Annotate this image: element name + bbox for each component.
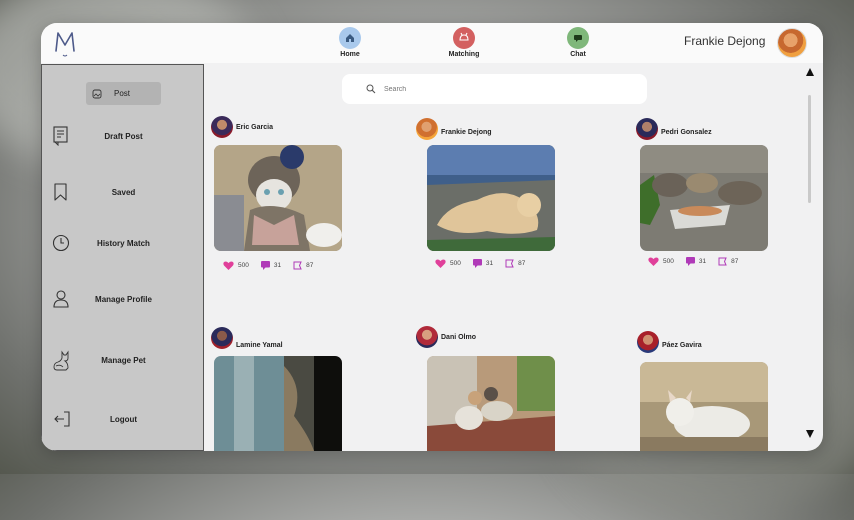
comment-count: 31: [273, 262, 282, 269]
post-button[interactable]: Post: [86, 82, 161, 105]
comment-icon: [260, 261, 270, 270]
nav-chat-label: Chat: [570, 51, 586, 58]
author-name: Eric Garcia: [236, 123, 273, 131]
matching-icon: [453, 27, 475, 49]
author-name: Dani Olmo: [441, 333, 477, 341]
sidebar-item-label: Manage Pet: [101, 356, 146, 365]
search-icon: [366, 84, 376, 94]
post-image[interactable]: [427, 356, 555, 451]
post-author[interactable]: Eric Garcia: [211, 116, 273, 138]
nav-chat[interactable]: Chat: [548, 27, 608, 58]
save-count: 87: [306, 262, 314, 269]
save-button[interactable]: 87: [505, 259, 525, 268]
save-count: 87: [731, 258, 739, 265]
app-window: Home Matching Chat Frankie Dejong Post D…: [41, 23, 823, 451]
post-button-label: Post: [114, 89, 131, 98]
post-author[interactable]: Pedri Gonsalez: [636, 118, 712, 140]
save-button[interactable]: 87: [718, 257, 738, 266]
save-button[interactable]: 87: [293, 261, 313, 270]
author-avatar: [211, 327, 233, 349]
search-bar[interactable]: [342, 74, 647, 104]
username: Frankie Dejong: [684, 34, 766, 48]
post-author[interactable]: Lamine Yamal: [211, 327, 283, 349]
author-avatar: [636, 118, 658, 140]
sidebar-item-saved[interactable]: Saved: [42, 176, 205, 210]
author-name: Pedri Gonsalez: [661, 128, 712, 136]
top-navigation-bar: Home Matching Chat Frankie Dejong: [41, 23, 823, 63]
save-count: 87: [518, 260, 526, 267]
like-button[interactable]: 500: [223, 261, 249, 270]
post-author[interactable]: Dani Olmo: [416, 326, 476, 348]
like-count: 500: [238, 262, 249, 269]
post-stats: 500 31 87: [223, 261, 325, 270]
comment-icon: [472, 259, 482, 268]
author-avatar: [416, 326, 438, 348]
search-input[interactable]: [382, 84, 646, 94]
post-stats: 500 31 87: [648, 257, 750, 266]
nav-home-label: Home: [340, 51, 360, 58]
author-avatar: [416, 118, 438, 140]
heart-icon: [223, 261, 234, 270]
sidebar-item-label: Manage Profile: [95, 295, 152, 304]
comment-count: 31: [698, 258, 707, 265]
like-button[interactable]: 500: [648, 257, 674, 266]
comment-icon: [685, 257, 695, 266]
sidebar-item-history-match[interactable]: History Match: [42, 227, 205, 261]
sidebar-item-label: History Match: [97, 239, 150, 248]
post-image[interactable]: [640, 145, 768, 251]
post-author[interactable]: Frankie Dejong: [416, 118, 492, 140]
post-author[interactable]: Páez Gavira: [637, 331, 702, 353]
sidebar: Post Draft Post Saved History Match Mana…: [41, 64, 204, 451]
comment-button[interactable]: 31: [685, 257, 707, 266]
sidebar-item-manage-pet[interactable]: Manage Pet: [42, 344, 205, 378]
post-image[interactable]: [214, 356, 342, 451]
heart-icon: [435, 259, 446, 268]
chat-icon: [567, 27, 589, 49]
scrollbar-thumb[interactable]: [808, 95, 811, 203]
sidebar-item-label: Draft Post: [104, 132, 143, 141]
user-avatar[interactable]: [777, 28, 807, 58]
sidebar-item-label: Logout: [109, 415, 138, 424]
sidebar-item-manage-profile[interactable]: Manage Profile: [42, 283, 205, 317]
author-avatar: [211, 116, 233, 138]
comment-button[interactable]: 31: [260, 261, 282, 270]
heart-icon: [648, 257, 659, 266]
like-count: 500: [663, 258, 674, 265]
image-icon: [92, 89, 102, 98]
user-icon: [53, 290, 69, 308]
draft-post-icon: [53, 126, 68, 146]
author-avatar: [637, 331, 659, 353]
bookmark-outline-icon: [293, 261, 302, 270]
home-icon: [339, 27, 361, 49]
author-name: Páez Gavira: [662, 341, 702, 349]
like-count: 500: [450, 260, 461, 267]
scroll-down-arrow[interactable]: [806, 430, 814, 438]
comment-button[interactable]: 31: [472, 259, 494, 268]
author-name: Frankie Dejong: [441, 128, 492, 136]
nav-matching[interactable]: Matching: [434, 27, 494, 58]
bookmark-icon: [54, 183, 67, 201]
sidebar-item-label: Saved: [111, 188, 136, 197]
cat-icon: [53, 350, 69, 371]
app-logo[interactable]: [53, 29, 77, 59]
clock-icon: [52, 234, 70, 252]
logout-icon: [54, 411, 70, 427]
nav-home[interactable]: Home: [320, 27, 380, 58]
bookmark-outline-icon: [505, 259, 514, 268]
post-image[interactable]: [214, 145, 342, 251]
comment-count: 31: [485, 260, 494, 267]
post-image[interactable]: [640, 362, 768, 451]
scroll-up-arrow[interactable]: [806, 68, 814, 76]
sidebar-item-logout[interactable]: Logout: [42, 403, 205, 437]
sidebar-item-draft-post[interactable]: Draft Post: [42, 120, 205, 154]
bookmark-outline-icon: [718, 257, 727, 266]
post-image[interactable]: [427, 145, 555, 251]
author-name: Lamine Yamal: [236, 341, 283, 349]
nav-matching-label: Matching: [448, 51, 480, 58]
post-stats: 500 31 87: [435, 259, 537, 268]
like-button[interactable]: 500: [435, 259, 461, 268]
